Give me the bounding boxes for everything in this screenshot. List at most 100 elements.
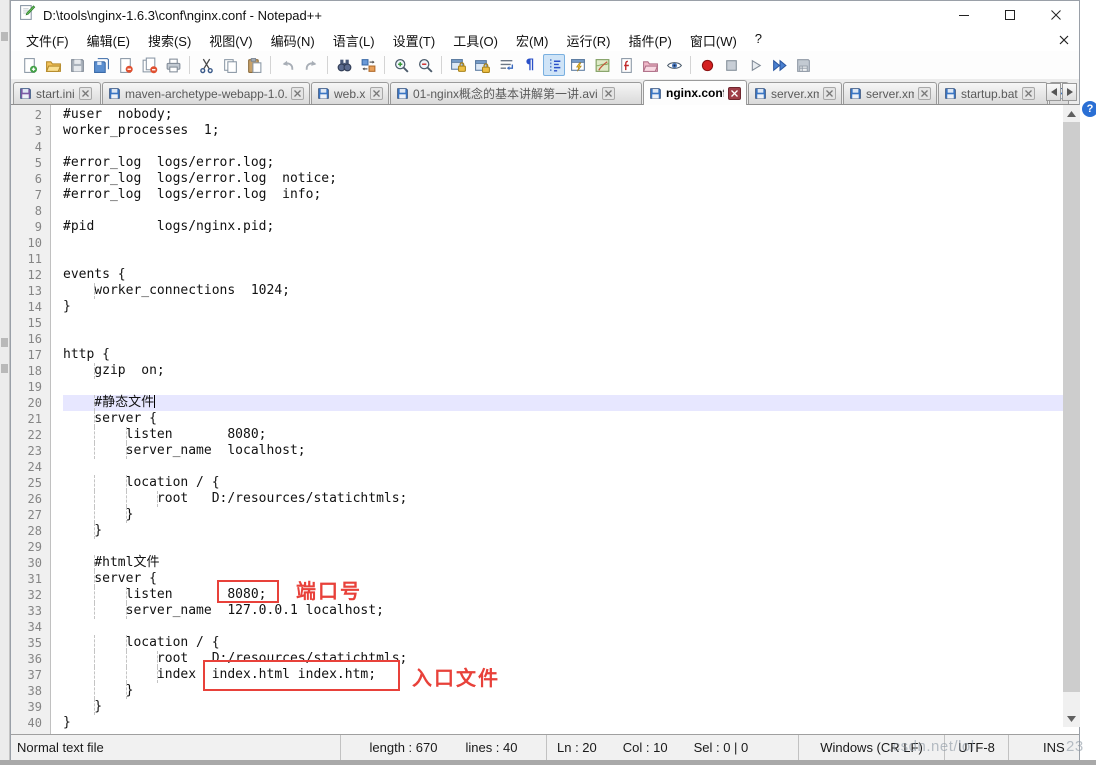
menu-item-10[interactable]: 插件(P) [620,29,681,52]
indent-guide-line [125,635,127,651]
line-number: 39 [27,700,42,714]
indent-guide-line [94,651,96,667]
line-number: 3 [34,124,42,138]
floppy-icon [108,87,121,100]
menu-item-12[interactable]: ? [746,29,771,52]
menu-item-4[interactable]: 编码(N) [262,29,324,52]
line-number: 33 [27,604,42,618]
floppy-icon [849,87,862,100]
tab-label: start.ini [36,86,75,101]
zoom-out-icon[interactable] [414,54,436,76]
macro-stop-icon[interactable] [720,54,742,76]
tab-close-icon[interactable] [728,86,741,100]
close-all-icon[interactable] [138,54,160,76]
indent-guide-line [94,523,96,539]
sync-vertical-icon[interactable] [447,54,469,76]
menu-item-3[interactable]: 视图(V) [200,29,261,52]
code-area[interactable]: #user nobody; worker_processes 1; #error_l… [63,107,1063,731]
close-icon[interactable] [114,54,136,76]
title-bar[interactable]: D:\tools\nginx-1.6.3\conf\nginx.conf - N… [11,1,1079,29]
watermark-text: .csdn.net/lol [888,738,975,755]
document-map-icon[interactable] [591,54,613,76]
undo-icon[interactable] [276,54,298,76]
indent-guide-line [156,491,158,507]
indent-guide-line [94,443,96,459]
help-icon[interactable]: ? [1082,101,1096,117]
line-number: 40 [27,716,42,730]
tab-close-icon[interactable] [823,87,836,100]
line-number: 31 [27,572,42,586]
menu-item-9[interactable]: 运行(R) [557,29,619,52]
close-button[interactable] [1033,1,1079,29]
indent-guide-line [94,283,96,299]
redo-icon[interactable] [300,54,322,76]
scrollbar-thumb[interactable] [1063,122,1080,692]
tab-server-xml[interactable]: server.xml [843,82,937,104]
annotation-box-index [203,660,400,691]
tab-close-icon[interactable] [291,87,304,100]
macro-record-icon[interactable] [696,54,718,76]
menu-item-6[interactable]: 设置(T) [384,29,445,52]
menubar-close-icon[interactable] [1059,32,1069,50]
tab-close-icon[interactable] [78,87,92,100]
zoom-in-icon[interactable] [390,54,412,76]
indent-guide-icon[interactable] [543,54,565,76]
menu-item-5[interactable]: 语言(L) [324,29,384,52]
tab-label: startup.bat [961,86,1018,101]
menu-item-1[interactable]: 编辑(E) [78,29,139,52]
tab-scroll-left-icon[interactable] [1046,83,1061,101]
folder-as-workspace-icon[interactable] [639,54,661,76]
copy-icon[interactable] [219,54,241,76]
save-icon[interactable] [66,54,88,76]
code-line-35: location / { [63,635,220,651]
paste-icon[interactable] [243,54,265,76]
tab-close-icon[interactable] [370,87,383,100]
indent-guide-line [94,395,96,411]
cut-icon[interactable] [195,54,217,76]
menu-item-7[interactable]: 工具(O) [444,29,507,52]
tab-close-icon[interactable] [918,87,931,100]
editor: 2 3 4 5 6 7 8 9 10 11 12 13 14 15 16 17 18 19 20 21 22 23 24 25… [11,105,1063,734]
scroll-up-icon[interactable] [1063,105,1080,122]
menu-item-11[interactable]: 窗口(W) [681,29,746,52]
menu-item-2[interactable]: 搜索(S) [139,29,200,52]
tab-startup-bat[interactable]: startup.bat [938,82,1048,104]
macro-save-icon[interactable] [792,54,814,76]
minimize-button[interactable] [941,1,987,29]
tab-close-icon[interactable] [601,87,615,100]
tab-web-xml[interactable]: web.xml [311,82,389,104]
menu-item-0[interactable]: 文件(F) [17,29,78,52]
tab-nginx-conf[interactable]: nginx.conf [643,80,747,105]
tab-start-ini[interactable]: start.ini [13,82,101,104]
tab-close-icon[interactable] [1021,87,1035,100]
line-number: 7 [34,188,42,202]
indent-guide-line [125,603,127,619]
new-file-icon[interactable] [18,54,40,76]
word-wrap-icon[interactable] [495,54,517,76]
replace-icon[interactable] [357,54,379,76]
print-icon[interactable] [162,54,184,76]
tab-scroll-right-icon[interactable] [1062,83,1077,101]
menu-item-8[interactable]: 宏(M) [507,29,558,52]
monitoring-icon[interactable] [663,54,685,76]
line-number: 26 [27,492,42,506]
scroll-down-icon[interactable] [1063,710,1080,727]
user-defined-dialog-icon[interactable] [567,54,589,76]
open-file-icon[interactable] [42,54,64,76]
floppy-icon [317,87,330,100]
find-icon[interactable] [333,54,355,76]
code-line-30: #html文件 [63,555,160,571]
code-line-26: root D:/resources/statichtmls; [63,491,408,507]
app-icon [19,4,36,26]
function-list-icon[interactable] [615,54,637,76]
tab-maven-archetype-webapp-1-0-jar[interactable]: maven-archetype-webapp-1.0.jar [102,82,310,104]
show-all-characters-icon[interactable]: ¶ [519,54,541,76]
macro-play-icon[interactable] [744,54,766,76]
macro-run-multiple-icon[interactable] [768,54,790,76]
maximize-button[interactable] [987,1,1033,29]
save-all-icon[interactable] [90,54,112,76]
tab-server-xml[interactable]: server.xml [748,82,842,104]
vertical-scrollbar[interactable] [1063,105,1080,727]
tab-01-nginx-avi[interactable]: 01-nginx概念的基本讲解第一讲.avi [390,82,642,104]
sync-horizontal-icon[interactable] [471,54,493,76]
